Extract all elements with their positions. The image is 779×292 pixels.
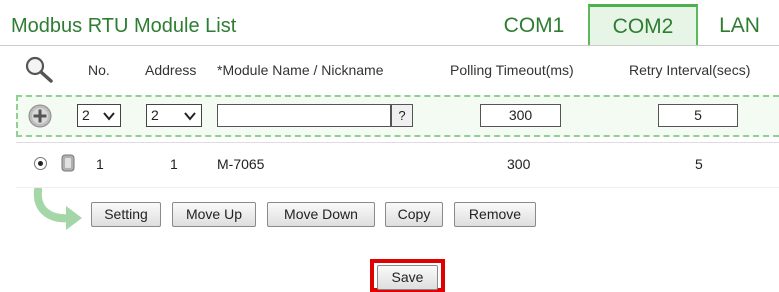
column-header-retry-interval: Retry Interval(secs): [629, 62, 751, 78]
polling-timeout-input[interactable]: 300: [480, 104, 561, 127]
row-divider: [16, 142, 779, 143]
row-divider: [16, 187, 779, 188]
add-icon[interactable]: [28, 104, 52, 128]
retry-interval-input[interactable]: 5: [658, 104, 738, 127]
column-header-polling-timeout: Polling Timeout(ms): [450, 62, 574, 78]
module-retry-interval: 5: [695, 156, 703, 172]
header-divider: [0, 45, 779, 46]
chevron-down-icon: [184, 112, 196, 121]
search-icon[interactable]: [24, 55, 54, 83]
setting-button[interactable]: Setting: [91, 202, 161, 227]
tab-lan[interactable]: LAN: [700, 4, 779, 46]
move-down-button[interactable]: Move Down: [267, 202, 375, 227]
module-address: 1: [170, 156, 178, 172]
chevron-down-icon: [103, 112, 115, 121]
module-select-radio[interactable]: [34, 157, 47, 170]
no-select[interactable]: 2: [77, 104, 121, 127]
curved-arrow-icon: [33, 188, 82, 230]
save-button[interactable]: Save: [377, 265, 438, 290]
column-header-module-name: *Module Name / Nickname: [217, 62, 384, 78]
copy-button[interactable]: Copy: [385, 202, 443, 227]
module-no: 1: [96, 156, 104, 172]
remove-button[interactable]: Remove: [454, 202, 536, 227]
module-name-help-button[interactable]: ?: [391, 104, 413, 127]
module-name-input[interactable]: [217, 104, 391, 127]
address-select[interactable]: 2: [146, 104, 202, 127]
module-name: M-7065: [217, 156, 265, 172]
no-select-value: 2: [82, 107, 90, 123]
address-select-value: 2: [151, 107, 159, 123]
header: Modbus RTU Module List COM1 COM2 LAN: [0, 0, 779, 46]
tab-com1[interactable]: COM1: [482, 4, 586, 46]
page-title: Modbus RTU Module List: [11, 15, 237, 37]
move-up-button[interactable]: Move Up: [172, 202, 256, 227]
column-header-address: Address: [145, 62, 197, 78]
column-header-no: No.: [88, 62, 110, 78]
tab-com2[interactable]: COM2: [588, 4, 698, 46]
module-polling-timeout: 300: [507, 156, 531, 172]
module-icon: [61, 154, 75, 172]
